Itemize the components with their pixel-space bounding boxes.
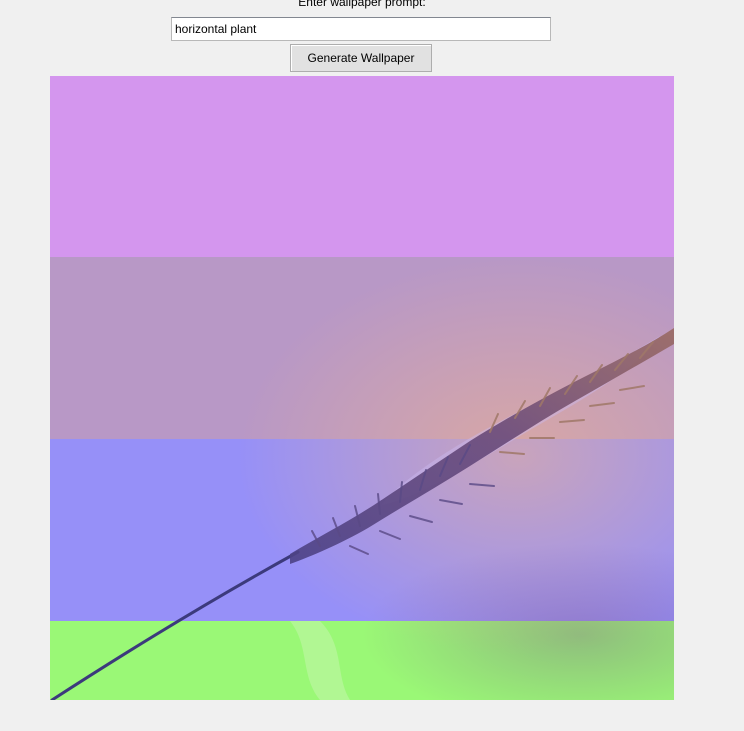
- wallpaper-image: [50, 76, 674, 700]
- band-1: [50, 76, 674, 257]
- generate-wallpaper-button[interactable]: Generate Wallpaper: [290, 44, 432, 72]
- wallpaper-canvas: [50, 76, 674, 700]
- prompt-label: Enter wallpaper prompt:: [298, 0, 426, 9]
- app-window: Enter wallpaper prompt: Generate Wallpap…: [0, 0, 744, 731]
- prompt-input[interactable]: [171, 17, 551, 41]
